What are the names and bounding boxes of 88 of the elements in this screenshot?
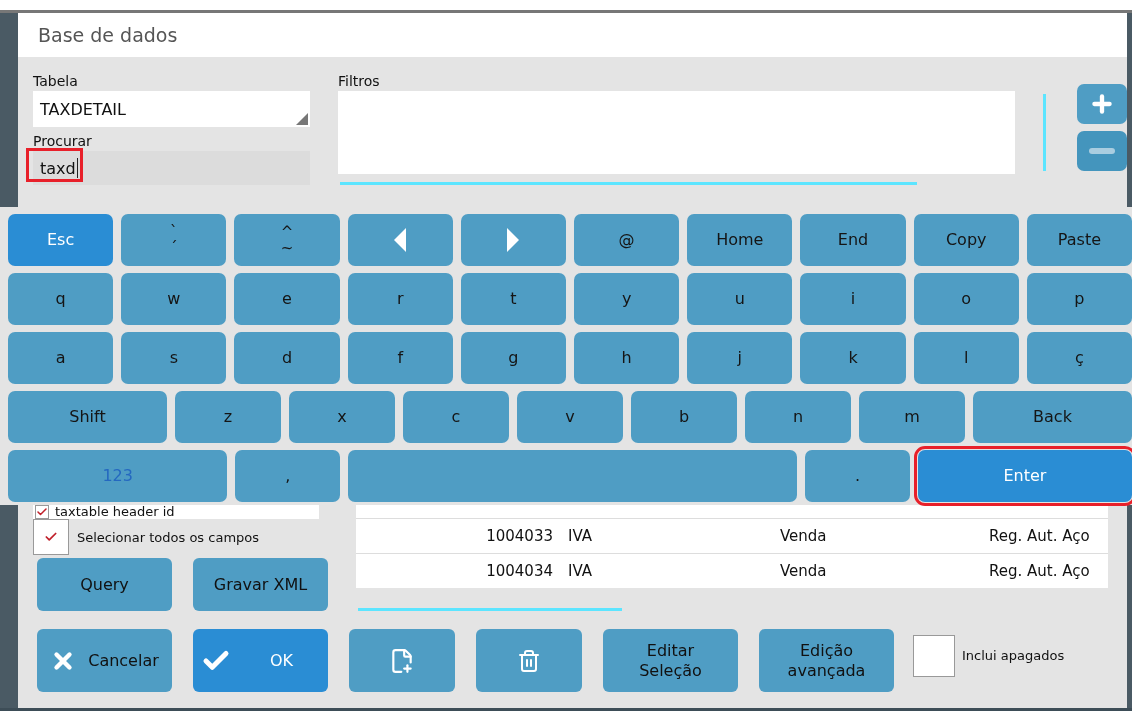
keyboard-key[interactable]: c bbox=[403, 391, 509, 443]
scrollbar[interactable] bbox=[1043, 94, 1046, 171]
table-dropdown[interactable]: TAXDETAIL bbox=[33, 91, 311, 127]
keyboard-key[interactable]: g bbox=[460, 332, 566, 384]
query-button[interactable]: Gravar XML bbox=[193, 558, 328, 611]
keyboard-key[interactable]: y bbox=[574, 273, 680, 325]
plus-icon bbox=[1089, 91, 1115, 117]
keyboard-key[interactable]: Esc bbox=[8, 214, 114, 266]
checkbox-label: Inclui apagados bbox=[962, 648, 1065, 663]
keyboard-key[interactable]: s bbox=[121, 332, 227, 384]
keyboard-key[interactable]: Home bbox=[687, 214, 793, 266]
cancel-button[interactable]: Cancelar bbox=[37, 629, 172, 692]
field-label: Procurar bbox=[33, 132, 93, 151]
right-arrow-key[interactable] bbox=[460, 214, 566, 266]
keyboard-key[interactable]: o bbox=[913, 273, 1019, 325]
keyboard-key[interactable]: Paste bbox=[1026, 214, 1132, 266]
keyboard-key[interactable]: ` ´ bbox=[121, 214, 227, 266]
delete-button[interactable] bbox=[476, 629, 582, 692]
keyboard-key[interactable]: h bbox=[574, 332, 680, 384]
keyboard-key[interactable]: n bbox=[745, 391, 851, 443]
keyboard-key[interactable]: e bbox=[234, 273, 340, 325]
remove-button[interactable] bbox=[1077, 131, 1127, 171]
minus-icon bbox=[1089, 148, 1115, 154]
right-triangle-icon bbox=[506, 227, 521, 253]
checkbox[interactable] bbox=[35, 505, 49, 519]
checkbox[interactable] bbox=[33, 519, 69, 555]
document-plus-icon bbox=[389, 647, 415, 674]
keyboard-key[interactable]: l bbox=[913, 332, 1019, 384]
checkbox[interactable] bbox=[913, 634, 955, 677]
scrollbar[interactable] bbox=[340, 182, 918, 185]
field-label: Tabela bbox=[33, 72, 79, 91]
keyboard-key[interactable]: f bbox=[347, 332, 453, 384]
table-cell-text: 1004033 bbox=[485, 526, 554, 547]
keyboard-key[interactable]: ^ ~ bbox=[234, 214, 340, 266]
add-button[interactable] bbox=[1077, 84, 1127, 124]
table-cell-text: 1004034 bbox=[485, 561, 554, 582]
table-cell-text: IVA bbox=[567, 526, 593, 547]
check-icon bbox=[36, 506, 48, 518]
table-cell-text: Reg. Aut. Aço bbox=[988, 561, 1091, 582]
keyboard-key[interactable]: u bbox=[687, 273, 793, 325]
field-list-item[interactable]: taxtable header id bbox=[33, 505, 319, 519]
ok-label: OK bbox=[268, 650, 295, 671]
keyboard-key[interactable]: , bbox=[235, 450, 340, 502]
keyboard-key[interactable]: ç bbox=[1026, 332, 1132, 384]
checkbox-label: Selecionar todos os campos bbox=[77, 529, 260, 545]
keyboard-key[interactable]: v bbox=[517, 391, 623, 443]
keyboard-key[interactable]: Copy bbox=[913, 214, 1019, 266]
keyboard-key[interactable]: @ bbox=[574, 214, 680, 266]
text-cursor bbox=[76, 158, 78, 178]
new-document-button[interactable] bbox=[349, 629, 455, 692]
left-arrow-key[interactable] bbox=[347, 214, 453, 266]
keyboard-key[interactable]: Back bbox=[973, 391, 1132, 443]
table-row[interactable]: 1004034 IVA Venda Reg. Aut. Aço bbox=[356, 553, 1108, 588]
field-name: taxtable header id bbox=[55, 505, 175, 519]
keyboard-key[interactable]: j bbox=[687, 332, 793, 384]
keyboard-key[interactable]: t bbox=[460, 273, 566, 325]
table-row[interactable]: 1004033 IVA Venda Reg. Aut. Aço bbox=[356, 518, 1108, 553]
keyboard-key[interactable]: b bbox=[631, 391, 737, 443]
action-button[interactable]: Edição avançada bbox=[759, 629, 894, 692]
dropdown-corner-icon bbox=[296, 113, 309, 125]
keyboard-key[interactable]: m bbox=[859, 391, 965, 443]
keyboard-key[interactable]: i bbox=[800, 273, 906, 325]
scrollbar[interactable] bbox=[358, 608, 622, 611]
table-cell-text: IVA bbox=[567, 561, 593, 582]
table-cell-text: Reg. Aut. Aço bbox=[988, 526, 1091, 547]
trash-icon bbox=[517, 648, 541, 673]
keyboard-key[interactable]: w bbox=[121, 273, 227, 325]
keyboard-key[interactable]: x bbox=[289, 391, 395, 443]
field-label: Filtros bbox=[338, 72, 381, 91]
keyboard-key[interactable]: End bbox=[800, 214, 906, 266]
table-cell-text: Venda bbox=[779, 561, 828, 582]
query-button[interactable]: Query bbox=[37, 558, 172, 611]
keyboard-key[interactable]: . bbox=[805, 450, 910, 502]
left-triangle-icon bbox=[393, 227, 408, 253]
ok-button[interactable]: OK bbox=[193, 629, 328, 692]
keyboard-key[interactable]: d bbox=[234, 332, 340, 384]
keyboard-key[interactable]: z bbox=[175, 391, 281, 443]
keyboard-key[interactable]: a bbox=[8, 332, 114, 384]
keyboard-key[interactable]: Shift bbox=[8, 391, 167, 443]
check-icon bbox=[44, 530, 58, 544]
table-cell-text: Venda bbox=[779, 526, 828, 547]
keyboard-key[interactable]: r bbox=[347, 273, 453, 325]
keyboard-key[interactable]: k bbox=[800, 332, 906, 384]
keyboard-key[interactable]: p bbox=[1026, 273, 1132, 325]
keyboard-key[interactable]: q bbox=[8, 273, 114, 325]
action-button[interactable]: Editar Seleção bbox=[603, 629, 738, 692]
window-title: Base de dados bbox=[18, 13, 1127, 57]
search-field[interactable]: taxd bbox=[33, 151, 311, 185]
